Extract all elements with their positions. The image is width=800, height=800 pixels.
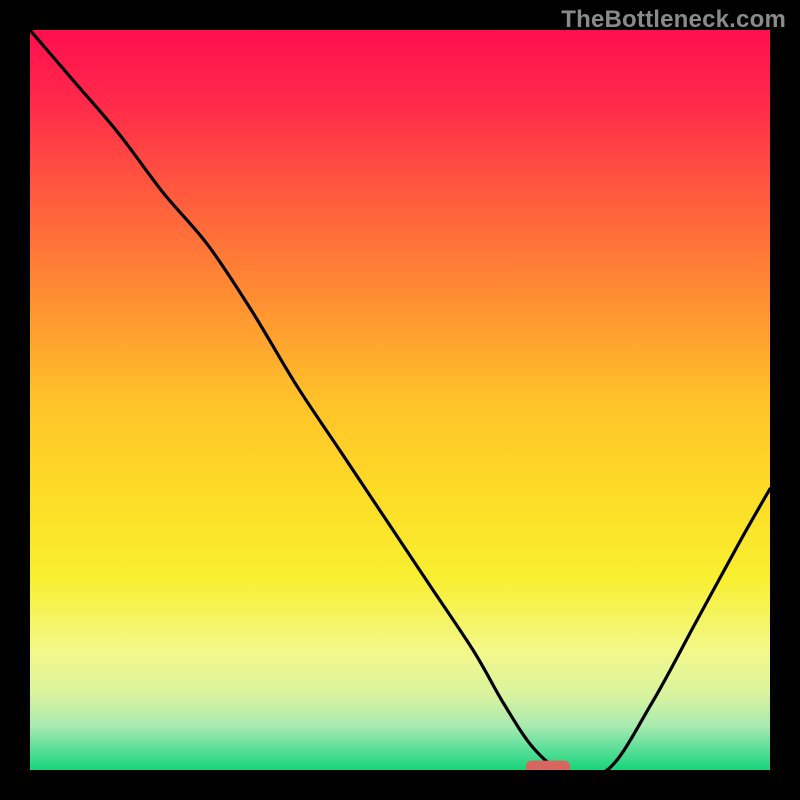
outer-frame: TheBottleneck.com	[0, 0, 800, 800]
chart-svg	[30, 30, 770, 770]
optimum-marker	[526, 761, 570, 770]
chart-plot	[30, 30, 770, 770]
gradient-background	[30, 30, 770, 770]
